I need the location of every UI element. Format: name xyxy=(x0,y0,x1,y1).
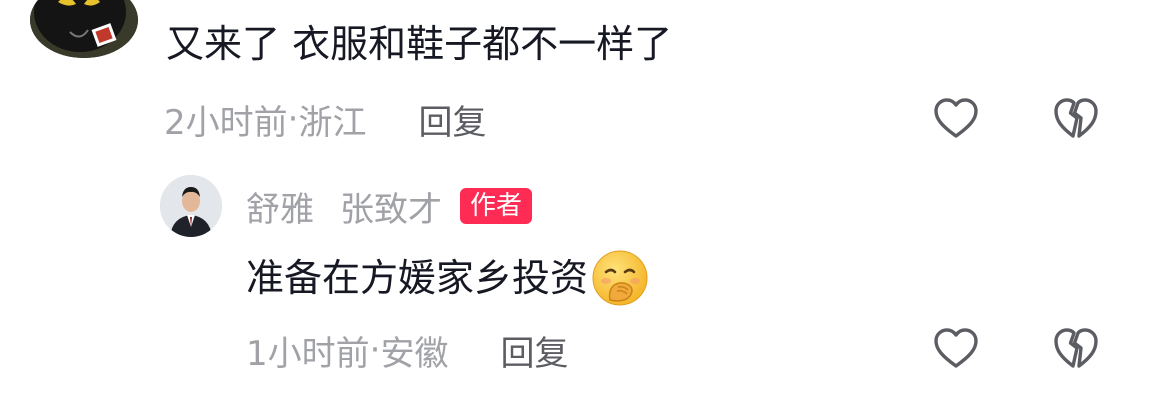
comment-text: 又来了 衣服和鞋子都不一样了 xyxy=(166,22,673,66)
comment-location: 安徽 xyxy=(380,333,449,374)
reply-header: 舒雅 张致才 作者 xyxy=(246,182,533,231)
comment-location: 浙江 xyxy=(298,102,367,143)
reply-button[interactable]: 回复 xyxy=(418,95,486,144)
black-cat-avatar-icon xyxy=(30,0,138,58)
man-in-suit-avatar-icon xyxy=(160,175,222,237)
reply-button[interactable]: 回复 xyxy=(500,326,568,375)
like-button[interactable] xyxy=(932,325,980,373)
comment-meta: 1小时前 · 安徽 回复 xyxy=(246,326,568,375)
heart-outline-icon xyxy=(934,98,978,138)
comment-time: 1小时前 xyxy=(246,333,370,374)
like-button[interactable] xyxy=(932,95,980,143)
comment-time: 2小时前 xyxy=(164,102,288,143)
avatar[interactable] xyxy=(30,0,138,58)
reply-text-row: 准备在方媛家乡投资 xyxy=(246,248,650,308)
broken-heart-outline-icon xyxy=(1054,98,1098,138)
comment-text: 准备在方媛家乡投资 xyxy=(246,256,589,300)
username[interactable]: 舒雅 xyxy=(246,182,314,231)
heart-outline-icon xyxy=(934,328,978,368)
face-with-hand-over-mouth-emoji-icon xyxy=(590,248,650,308)
dislike-button[interactable] xyxy=(1052,325,1100,373)
broken-heart-outline-icon xyxy=(1054,328,1098,368)
dislike-button[interactable] xyxy=(1052,95,1100,143)
meta-separator: · xyxy=(287,99,299,139)
avatar[interactable] xyxy=(160,175,222,237)
meta-separator: · xyxy=(369,330,381,370)
comment-meta: 2小时前 · 浙江 回复 xyxy=(164,95,486,144)
author-badge: 作者 xyxy=(460,188,533,224)
comment-thread: 又来了 衣服和鞋子都不一样了 2小时前 · 浙江 回复 舒雅 张致才 作者 准备… xyxy=(0,0,1151,408)
reply-to-username[interactable]: 张致才 xyxy=(340,182,442,231)
